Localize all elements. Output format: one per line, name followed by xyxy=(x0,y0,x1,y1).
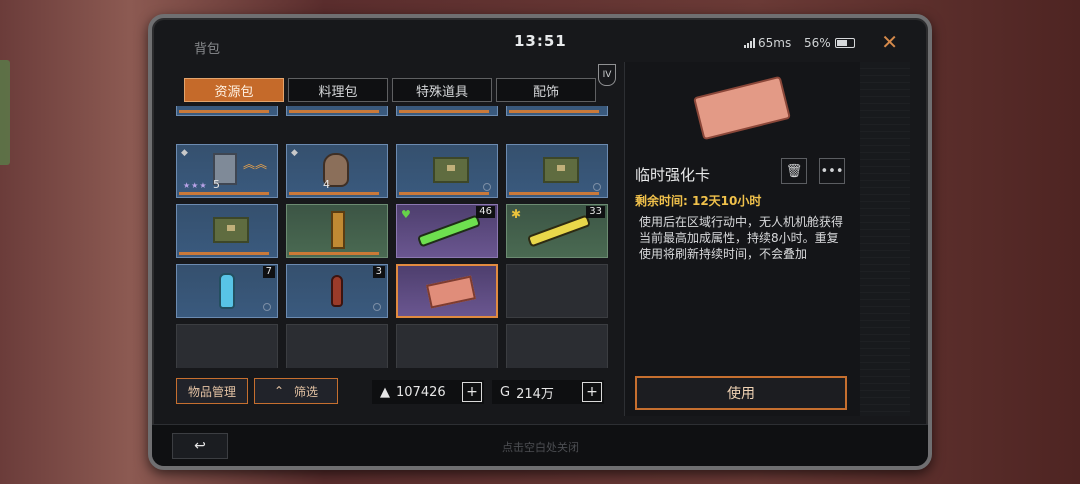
lock-icon xyxy=(373,303,381,311)
signal-bars-icon xyxy=(744,38,755,48)
inventory-slot[interactable] xyxy=(176,204,278,258)
inventory-slot-empty[interactable] xyxy=(286,324,388,368)
pillar-icon xyxy=(331,211,345,249)
crate-icon xyxy=(433,157,469,183)
credits-display: ▲ 107426 + xyxy=(372,380,484,404)
item-count: 46 xyxy=(476,206,495,218)
lock-icon xyxy=(263,303,271,311)
inventory-slot[interactable]: ◆ ︽︽ ★★★ 5 xyxy=(176,144,278,198)
inventory-slot[interactable]: 7 xyxy=(176,264,278,318)
close-button[interactable]: ✕ xyxy=(881,30,898,54)
footer-bar: ↩ 点击空白处关闭 xyxy=(152,424,928,466)
item-name: 临时强化卡 xyxy=(635,166,711,184)
rank-up-icon: ︽︽ xyxy=(242,157,267,171)
add-gold-button[interactable]: + xyxy=(582,382,602,402)
inventory-slot[interactable]: ◆ 4 xyxy=(286,144,388,198)
item-description: 使用后在区域行动中，无人机机舱获得当前最高加成属性，持续8小时。重复使用将刷新持… xyxy=(639,215,844,261)
manage-items-button[interactable]: 物品管理 xyxy=(176,378,248,404)
more-icon: ••• xyxy=(820,163,844,179)
tab-accessories[interactable]: 配饰 xyxy=(496,78,596,102)
more-button[interactable]: ••• xyxy=(819,158,845,184)
inventory-slot[interactable] xyxy=(176,106,278,116)
gold-icon: G xyxy=(500,384,511,400)
inventory-slot[interactable] xyxy=(506,106,608,116)
gem-icon: ◆ xyxy=(291,148,298,158)
battery-status: 56% xyxy=(804,36,855,50)
status-bar: 背包 13:51 65ms 56% ✕ xyxy=(152,18,928,62)
battery-text: 56% xyxy=(804,36,831,50)
filter-button[interactable]: ⌃ 筛选 xyxy=(254,378,338,404)
lock-icon xyxy=(483,183,491,191)
lock-icon xyxy=(593,183,601,191)
credits-value: 107426 xyxy=(396,384,446,400)
filter-icon: ⌃ xyxy=(273,384,285,398)
gem-icon: ◆ xyxy=(181,148,188,158)
tab-cooking-pack[interactable]: 料理包 xyxy=(288,78,388,102)
item-count: 3 xyxy=(372,266,385,278)
gold-display: G 214万 + xyxy=(492,380,604,404)
credits-icon: ▲ xyxy=(380,384,390,400)
inventory-slot[interactable] xyxy=(396,144,498,198)
trash-icon: 🗑 xyxy=(785,163,803,179)
inventory-slot-selected[interactable] xyxy=(396,264,498,318)
use-button[interactable]: 使用 xyxy=(635,376,847,410)
remaining-value: 12天10小时 xyxy=(691,194,762,208)
latency-text: 65ms xyxy=(758,36,792,50)
back-arrow-icon: ↩ xyxy=(194,438,206,454)
inventory-slot-empty[interactable] xyxy=(176,324,278,368)
inventory-window: 背包 13:51 65ms 56% ✕ 资源包 料理包 特殊道具 配饰 IV ◆ xyxy=(148,14,932,470)
inventory-slot[interactable] xyxy=(396,106,498,116)
inventory-slot[interactable]: ♥ 46 xyxy=(396,204,498,258)
item-count: 7 xyxy=(262,266,275,278)
close-icon: ✕ xyxy=(881,30,898,54)
heart-icon: ♥ xyxy=(401,208,411,221)
crate-icon xyxy=(543,157,579,183)
syringe-green-icon xyxy=(416,214,482,248)
add-credits-button[interactable]: + xyxy=(462,382,482,402)
back-button[interactable]: ↩ xyxy=(172,433,228,459)
stars: ★★★ xyxy=(183,181,208,190)
network-signal: 65ms xyxy=(744,36,791,50)
remaining-time: 剩余时间: 12天10小时 xyxy=(635,192,761,209)
inventory-slot[interactable]: 3 xyxy=(286,264,388,318)
category-tabs: 资源包 料理包 特殊道具 配饰 xyxy=(184,78,596,102)
item-detail-panel: 临时强化卡 🗑 ••• 剩余时间: 12天10小时 使用后在区域行动中，无人机机… xyxy=(624,62,910,416)
card-icon xyxy=(693,75,791,141)
inventory-slot[interactable] xyxy=(506,144,608,198)
item-count: 33 xyxy=(586,206,605,218)
item-level: 4 xyxy=(323,178,330,191)
background-strip xyxy=(0,60,10,165)
gold-value: 214万 xyxy=(516,386,554,402)
remaining-label: 剩余时间: xyxy=(635,194,692,208)
inventory-slot-empty[interactable] xyxy=(506,324,608,368)
close-hint: 点击空白处关闭 xyxy=(502,441,579,454)
detail-decoration xyxy=(860,62,910,416)
bottle-blue-icon xyxy=(219,273,235,309)
card-icon xyxy=(426,275,476,309)
tab-special-items[interactable]: 特殊道具 xyxy=(392,78,492,102)
inventory-grid: ◆ ︽︽ ★★★ 5 ◆ 4 ♥ 46 ✱ 33 7 3 xyxy=(176,106,608,368)
inventory-slot[interactable] xyxy=(286,204,388,258)
crate-icon xyxy=(213,217,249,243)
inventory-slot-empty[interactable] xyxy=(396,324,498,368)
filter-label: 筛选 xyxy=(294,384,319,399)
clock: 13:51 xyxy=(514,32,567,50)
inventory-slot[interactable]: ✱ 33 xyxy=(506,204,608,258)
syringe-yellow-icon xyxy=(526,214,592,248)
asterisk-icon: ✱ xyxy=(511,207,522,221)
item-level: 5 xyxy=(213,178,220,191)
battery-icon xyxy=(834,38,855,48)
tab-resource-pack[interactable]: 资源包 xyxy=(184,78,284,102)
delete-button[interactable]: 🗑 xyxy=(781,158,807,184)
inventory-slot-empty[interactable] xyxy=(506,264,608,318)
window-title: 背包 xyxy=(194,42,221,57)
inventory-slot[interactable] xyxy=(286,106,388,116)
tier-badge: IV xyxy=(598,64,616,86)
bottle-red-icon xyxy=(331,275,343,307)
